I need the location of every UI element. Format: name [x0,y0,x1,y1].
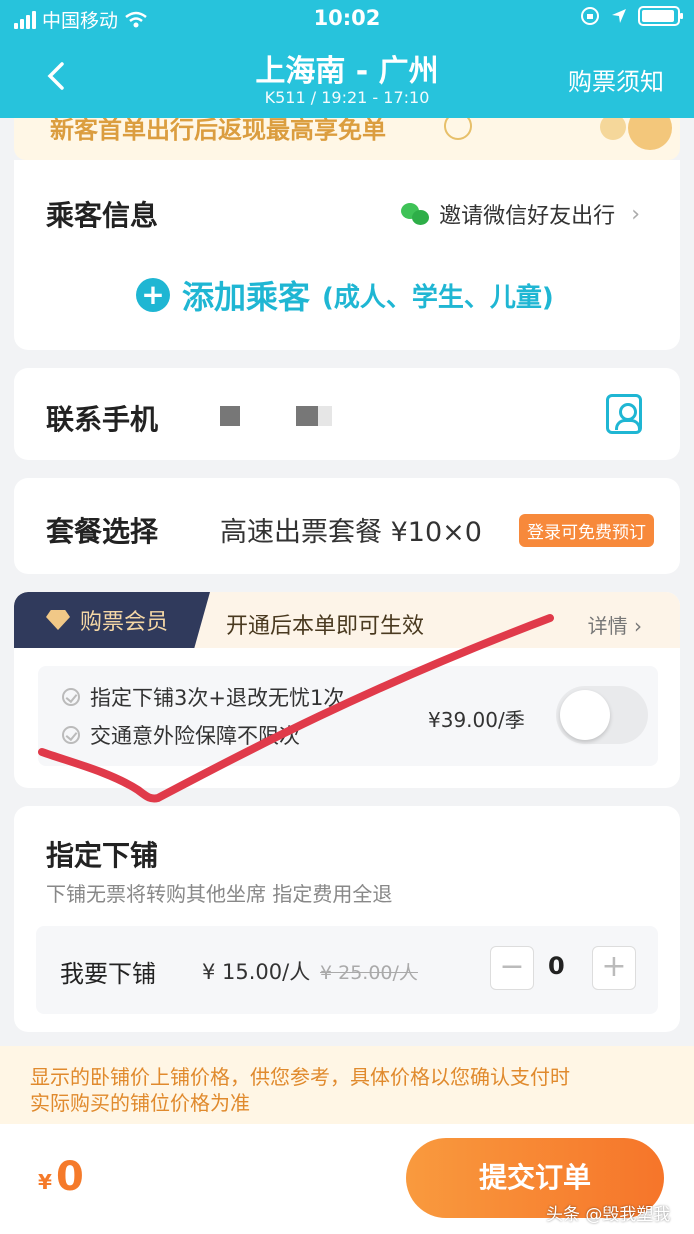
battery-icon [638,6,683,26]
currency-symbol: ¥ [38,1170,52,1194]
chevron-right-icon: › [634,614,642,638]
bottom-bar: ¥ 0 提交订单 头条 @毁我塑我 [0,1124,694,1234]
phone-mask[interactable] [296,406,318,426]
purchase-notice-link[interactable]: 购票须知 [568,62,664,97]
berth-subtitle: 下铺无票将转购其他坐席 指定费用全退 [46,882,393,906]
header-bar: 中国移动 10:02 上海南 - 广州 K511 / 19:21 - 17:10… [0,0,694,118]
membership-price: ¥39.00/季 [428,708,525,732]
invite-wechat-link[interactable]: 邀请微信好友出行 › [401,198,640,230]
membership-header: 购票会员 开通后本单即可生效 详情 › [14,592,680,648]
membership-body: 指定下铺3次+退改无忧1次 交通意外险保障不限次 ¥39.00/季 [38,666,658,766]
membership-tag-label: 购票会员 [80,610,169,635]
contacts-book-icon[interactable] [606,394,642,434]
coin-icon-large [628,118,672,150]
berth-row-label: 我要下铺 [60,960,156,988]
check-circle-icon [62,726,80,744]
chevron-right-icon: › [631,201,640,227]
passenger-types: (成人、学生、儿童) [322,282,554,313]
membership-feature: 交通意外险保障不限次 [62,720,300,750]
membership-detail-link[interactable]: 详情 › [588,610,642,639]
plus-icon: + [136,278,170,312]
membership-feature: 指定下铺3次+退改无忧1次 [62,682,344,712]
passenger-label: 乘客信息 [46,199,159,232]
promo-banner[interactable]: 新客首单出行后返现最高享免单 [14,118,680,160]
membership-toggle[interactable] [556,686,648,744]
passenger-card: 乘客信息 邀请微信好友出行 › + 添加乘客 (成人、学生、儿童) [14,160,680,350]
berth-row: 我要下铺 ¥ 15.00/人 ¥ 25.00/人 − 0 + [36,926,658,1014]
membership-description: 开通后本单即可生效 [226,614,425,639]
package-value[interactable]: 高速出票套餐 ¥10×0 [220,510,482,549]
decrease-button[interactable]: − [490,946,534,990]
login-badge[interactable]: 登录可免费预订 [519,514,654,547]
berth-price: ¥ 15.00/人 [202,960,311,984]
berth-original-price: ¥ 25.00/人 [320,962,418,984]
price-disclaimer: 显示的卧铺价上铺价格，供您参考，具体价格以您确认支付时 实际购买的铺位价格为准 [0,1046,694,1124]
package-label: 套餐选择 [46,515,159,548]
phone-mask[interactable] [220,406,240,426]
membership-tag: 购票会员 [14,592,210,648]
disclaimer-line: 显示的卧铺价上铺价格，供您参考，具体价格以您确认支付时 [30,1065,570,1089]
berth-label: 指定下铺 [46,839,159,872]
wechat-icon [401,201,430,227]
disclaimer-line: 实际购买的铺位价格为准 [30,1091,250,1115]
add-passenger-label: 添加乘客 [182,278,311,316]
invite-text: 邀请微信好友出行 [439,204,616,229]
info-icon[interactable] [444,118,472,140]
lower-berth-card: 指定下铺 下铺无票将转购其他坐席 指定费用全退 我要下铺 ¥ 15.00/人 ¥… [14,806,680,1032]
watermark-text: 头条 @毁我塑我 [546,1205,671,1225]
detail-label: 详情 [587,614,628,638]
phone-mask [318,406,332,426]
location-icon [612,9,626,23]
membership-card: 购票会员 开通后本单即可生效 详情 › 指定下铺3次+退改无忧1次 交通意外险保… [14,592,680,788]
status-bar: 中国移动 10:02 [0,6,694,34]
feature-text: 指定下铺3次+退改无忧1次 [90,686,345,710]
check-circle-icon [62,688,80,706]
coin-icon [600,118,626,140]
feature-text: 交通意外险保障不限次 [90,724,300,748]
total-amount: 0 [56,1154,84,1200]
promo-text: 新客首单出行后返现最高享免单 [50,118,386,144]
increase-button[interactable]: + [592,946,636,990]
rotation-lock-icon [581,7,599,25]
contact-card: 联系手机 [14,368,680,460]
contact-label: 联系手机 [46,403,159,436]
diamond-icon [46,610,70,630]
add-passenger-button[interactable]: + 添加乘客 (成人、学生、儿童) [136,272,554,318]
berth-quantity: 0 [548,952,565,980]
package-card[interactable]: 套餐选择 高速出票套餐 ¥10×0 登录可免费预订 [14,478,680,574]
